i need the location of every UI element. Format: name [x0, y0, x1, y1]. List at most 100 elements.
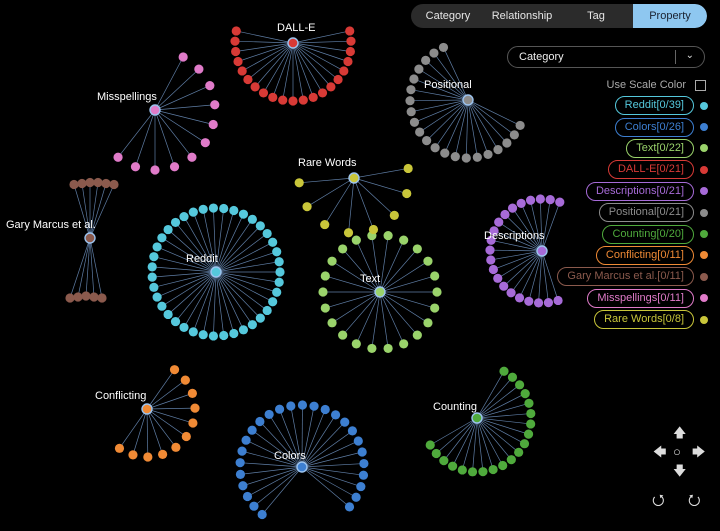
graph-node[interactable]	[403, 163, 413, 174]
graph-node[interactable]	[255, 313, 265, 323]
rotate-right-icon[interactable]: ⭮	[688, 493, 701, 508]
graph-node[interactable]	[347, 426, 358, 436]
graph-node[interactable]	[170, 217, 181, 228]
graph-node[interactable]	[181, 431, 191, 442]
graph-node[interactable]	[502, 138, 512, 148]
graph-node[interactable]	[415, 127, 425, 137]
graph-node[interactable]	[412, 244, 422, 254]
graph-node[interactable]	[399, 339, 409, 349]
legend-item[interactable]: Text[0/22]	[557, 138, 708, 159]
graph-node[interactable]	[423, 256, 433, 266]
graph-node[interactable]	[533, 298, 544, 308]
graph-node[interactable]	[264, 409, 274, 420]
cluster-hub-node[interactable]	[210, 266, 222, 278]
graph-node[interactable]	[406, 85, 416, 95]
graph-node[interactable]	[320, 271, 330, 281]
graph-node[interactable]	[208, 331, 219, 341]
legend-item-label[interactable]: Text[0/22]	[626, 138, 694, 158]
graph-node[interactable]	[409, 74, 419, 84]
legend-item[interactable]: Counting[0/20]	[557, 223, 708, 244]
graph-node[interactable]	[317, 88, 328, 98]
graph-node[interactable]	[524, 296, 534, 306]
legend-item-label[interactable]: Rare Words[0/8]	[594, 310, 694, 330]
graph-node[interactable]	[169, 365, 180, 375]
graph-node[interactable]	[506, 288, 516, 298]
graph-node[interactable]	[69, 179, 79, 190]
graph-node[interactable]	[486, 255, 496, 265]
graph-node[interactable]	[498, 460, 508, 471]
graph-node[interactable]	[448, 461, 458, 471]
graph-node[interactable]	[275, 267, 285, 277]
graph-node[interactable]	[432, 287, 442, 297]
cluster-hub-node[interactable]	[471, 412, 483, 424]
graph-node[interactable]	[205, 80, 215, 91]
graph-node[interactable]	[515, 380, 525, 390]
tab-category[interactable]: Category	[411, 4, 485, 28]
graph-node[interactable]	[231, 26, 241, 36]
cluster-hub-node[interactable]	[348, 172, 360, 184]
graph-node[interactable]	[294, 178, 304, 188]
graph-node[interactable]	[65, 293, 75, 303]
graph-node[interactable]	[357, 447, 367, 457]
graph-node[interactable]	[412, 330, 422, 340]
pan-right-icon[interactable]: 🡆	[692, 445, 705, 458]
graph-node[interactable]	[461, 153, 471, 163]
graph-node[interactable]	[520, 389, 530, 399]
graph-node[interactable]	[274, 257, 284, 267]
graph-node[interactable]	[250, 82, 260, 92]
graph-node[interactable]	[399, 235, 409, 245]
graph-node[interactable]	[171, 442, 181, 452]
legend-item[interactable]: Positional[0/21]	[557, 202, 708, 223]
graph-node[interactable]	[247, 425, 257, 435]
graph-node[interactable]	[467, 467, 478, 477]
graph-node[interactable]	[101, 178, 111, 189]
graph-node[interactable]	[200, 138, 210, 148]
graph-node[interactable]	[478, 467, 488, 477]
graph-node[interactable]	[383, 230, 393, 241]
graph-node[interactable]	[241, 435, 251, 445]
legend-item-label[interactable]: Conflicting[0/11]	[595, 245, 694, 265]
graph-node[interactable]	[274, 277, 284, 287]
graph-node[interactable]	[188, 418, 198, 428]
graph-node[interactable]	[170, 316, 181, 327]
graph-node[interactable]	[109, 179, 119, 190]
graph-node[interactable]	[525, 195, 536, 205]
rotate-left-icon[interactable]: ⭯	[652, 493, 665, 508]
pan-up-icon[interactable]: 🡅	[673, 426, 686, 439]
graph-node[interactable]	[81, 291, 91, 301]
graph-node[interactable]	[278, 95, 288, 105]
graph-node[interactable]	[113, 152, 123, 162]
tab-tag[interactable]: Tag	[559, 4, 633, 28]
graph-node[interactable]	[247, 214, 257, 224]
graph-node[interactable]	[237, 446, 247, 456]
legend-item-label[interactable]: Gary Marcus et al.[0/11]	[557, 267, 694, 287]
graph-node[interactable]	[526, 408, 536, 419]
graph-node[interactable]	[343, 228, 354, 238]
pan-center-icon[interactable]: ○	[673, 445, 681, 458]
graph-node[interactable]	[320, 219, 330, 230]
graph-node[interactable]	[423, 318, 433, 328]
graph-node[interactable]	[509, 130, 519, 140]
graph-node[interactable]	[157, 233, 167, 243]
graph-node[interactable]	[198, 204, 208, 214]
graph-node[interactable]	[309, 401, 319, 411]
graph-node[interactable]	[298, 95, 308, 105]
graph-node[interactable]	[297, 400, 308, 410]
graph-node[interactable]	[198, 330, 208, 340]
graph-node[interactable]	[367, 343, 377, 354]
graph-node[interactable]	[268, 92, 278, 102]
graph-node[interactable]	[499, 281, 509, 291]
graph-node[interactable]	[439, 456, 449, 466]
graph-node[interactable]	[358, 470, 369, 480]
graph-node[interactable]	[338, 330, 348, 340]
graph-node[interactable]	[238, 325, 249, 335]
graph-node[interactable]	[506, 455, 516, 465]
graph-node[interactable]	[523, 429, 534, 439]
graph-node[interactable]	[180, 375, 190, 385]
graph-node[interactable]	[430, 303, 440, 313]
graph-node[interactable]	[243, 74, 253, 85]
graph-node[interactable]	[219, 203, 229, 214]
use-scale-color-toggle[interactable]: Use Scale Color	[607, 79, 706, 91]
graph-node[interactable]	[268, 297, 278, 307]
graph-node[interactable]	[169, 162, 180, 172]
